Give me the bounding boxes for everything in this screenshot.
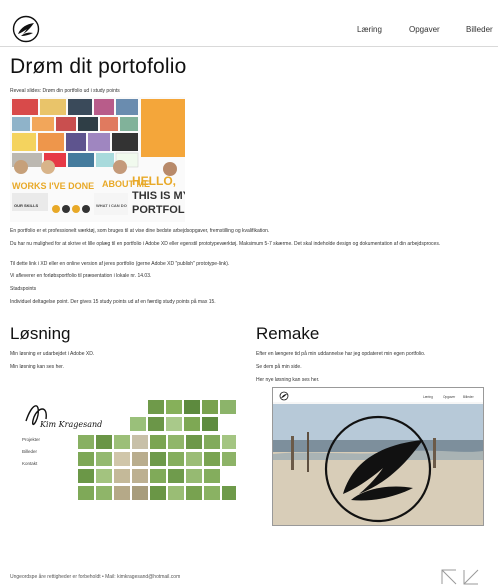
footer-text: Ungeordspe åre rettigheder er forbeholdt… <box>10 574 181 580</box>
collage-can-do-text: WHAT I CAN DO <box>96 203 127 208</box>
paragraph-4: Vi afleverer en forløbsportfolio til præ… <box>10 273 152 279</box>
remake-nav-opgaver[interactable]: Opgaver <box>443 395 456 399</box>
remake-line-3[interactable]: Her nye løsning kan ses her. <box>256 377 486 383</box>
intro-text: Reveal slides: Drøm din portfolio ud i s… <box>10 88 120 94</box>
remake-line-2: Se dem på min side. <box>256 364 302 370</box>
nav-item-opgaver[interactable]: Opgaver <box>409 25 440 34</box>
collage-portfolio-text: PORTFOLIO <box>132 204 185 216</box>
collage-works-text: WORKS I'VE DONE <box>12 181 94 191</box>
paragraph-5: Stadspoints <box>10 286 37 292</box>
site-header: Læring Opgaver Billeder <box>0 0 498 47</box>
loesning-menu-kontakt[interactable]: Kontakt <box>22 461 38 466</box>
paragraph-1: En portfolio er et professionelt værktøj… <box>10 228 270 234</box>
remake-preview-image[interactable]: Læring Opgaver Billeder <box>272 387 484 526</box>
collage-this-is-my-text: THIS IS MY <box>132 190 185 202</box>
loesning-line-2[interactable]: Min løsning kan ses her. <box>10 364 240 370</box>
nav-item-laering[interactable]: Læring <box>357 25 382 34</box>
loesning-title: Løsning <box>10 324 71 343</box>
page-title: Drøm dit portofolio <box>10 55 187 78</box>
loesning-line-1: Min løsning er udarbejdet i Adobe XD. <box>10 351 95 357</box>
nav-item-billeder[interactable]: Billeder <box>466 25 493 34</box>
collage-skills-text: OUR SKILLS <box>14 203 39 208</box>
collapse-arrows-icon[interactable] <box>440 568 480 586</box>
remake-preview-graphic: Læring Opgaver Billeder <box>273 388 483 525</box>
collage-hello-text: HELLO, <box>132 174 176 188</box>
loesning-menu-projekter[interactable]: Projekter <box>22 437 41 442</box>
paragraph-3: Til dette link i XD eller en online vers… <box>10 261 230 267</box>
portfolio-collage-image: WORKS I'VE DONE ABOUT ME HELLO, THIS IS … <box>10 97 185 222</box>
feather-logo-icon[interactable] <box>12 15 40 43</box>
remake-nav-laering[interactable]: Læring <box>423 395 433 399</box>
loesning-preview-image[interactable]: Kim Kragesand Projekter Billeder Kontakt <box>18 395 238 513</box>
loesning-menu-billeder[interactable]: Billeder <box>22 449 38 454</box>
paragraph-2: Du har nu mulighed for at skrive et lill… <box>10 241 441 247</box>
loesning-brand-text: Kim Kragesand <box>39 420 102 429</box>
remake-line-1: Efter en længere tid på min uddannelse h… <box>256 351 426 357</box>
remake-title: Remake <box>256 324 320 343</box>
paragraph-6: Individuel deltagelse point. Der gives 1… <box>10 299 216 305</box>
remake-nav-billeder[interactable]: Billeder <box>463 395 475 399</box>
